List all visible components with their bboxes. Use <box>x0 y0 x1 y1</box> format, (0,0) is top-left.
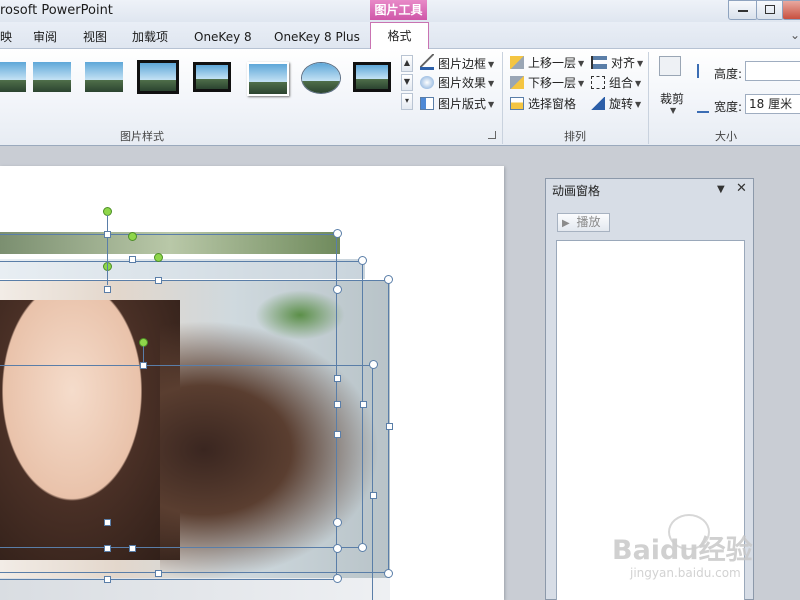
picture-border-icon <box>420 54 434 70</box>
height-icon <box>697 64 711 78</box>
resize-handle-corner[interactable] <box>358 256 367 265</box>
resize-handle-corner[interactable] <box>333 544 342 553</box>
tab-review[interactable]: 审阅 <box>33 27 57 47</box>
picture-style-thumb[interactable] <box>85 62 123 92</box>
resize-handle[interactable] <box>155 570 162 577</box>
bring-forward-button[interactable]: 上移一层 ▼ <box>510 54 584 72</box>
picture-effects-icon <box>420 76 434 89</box>
baidu-paw-icon <box>668 514 710 550</box>
restore-button[interactable] <box>756 0 784 20</box>
tab-view[interactable]: 视图 <box>83 27 107 47</box>
play-icon: ▶ <box>562 218 570 229</box>
picture-tools-context-label: 图片工具 <box>370 0 427 20</box>
minimize-button[interactable] <box>728 0 758 20</box>
minimize-icon <box>738 10 748 12</box>
tab-format[interactable]: 格式 <box>370 22 429 50</box>
crop-icon[interactable] <box>657 54 685 80</box>
crop-dropdown-icon[interactable]: ▼ <box>670 106 676 115</box>
resize-handle[interactable] <box>104 286 111 293</box>
resize-handle-corner[interactable] <box>333 518 342 527</box>
resize-handle[interactable] <box>129 545 136 552</box>
resize-handle[interactable] <box>370 492 377 499</box>
resize-handle-corner[interactable] <box>333 574 342 583</box>
width-field[interactable]: 18 厘米 <box>745 94 800 114</box>
rotation-handle[interactable] <box>154 253 163 262</box>
resize-handle-corner[interactable] <box>333 229 342 238</box>
height-label: 高度: <box>714 67 743 81</box>
resize-handle-corner[interactable] <box>369 360 378 369</box>
resize-handle[interactable] <box>360 401 367 408</box>
gallery-more-button[interactable]: ▾ <box>401 93 413 110</box>
group-divider <box>648 52 649 144</box>
width-icon <box>697 101 709 113</box>
resize-handle-corner[interactable] <box>384 275 393 284</box>
resize-handle[interactable] <box>104 231 111 238</box>
help-icon[interactable]: ⌄ <box>790 28 800 42</box>
picture-style-thumb-black-frame[interactable] <box>193 62 231 92</box>
resize-handle[interactable] <box>334 401 341 408</box>
tab-onekey8-plus[interactable]: OneKey 8 Plus <box>274 27 360 47</box>
picture-border-button[interactable]: 图片边框 ▼ <box>420 54 494 72</box>
resize-handle[interactable] <box>386 423 393 430</box>
width-label: 宽度: <box>714 100 743 114</box>
rotation-handle[interactable] <box>128 232 137 241</box>
resize-handle[interactable] <box>104 576 111 583</box>
crop-button[interactable]: 裁剪 <box>660 90 684 107</box>
picture-layout-icon <box>420 97 434 110</box>
tab-slideshow[interactable]: 映 <box>0 27 12 47</box>
picture-style-thumb[interactable] <box>0 62 26 92</box>
resize-handle[interactable] <box>334 431 341 438</box>
picture-effects-button[interactable]: 图片效果 ▼ <box>420 74 494 92</box>
rotate-button[interactable]: 旋转 ▼ <box>591 95 641 113</box>
gallery-scroll-down[interactable]: ▼ <box>401 74 413 91</box>
group-label-arrange: 排列 <box>564 130 586 143</box>
group-divider <box>502 52 503 144</box>
resize-handle[interactable] <box>140 362 147 369</box>
play-button[interactable]: ▶ 播放 <box>557 213 610 232</box>
resize-handle[interactable] <box>129 256 136 263</box>
group-icon <box>591 76 605 89</box>
picture-style-thumb[interactable] <box>33 62 71 92</box>
group-button[interactable]: 组合 ▼ <box>591 74 641 92</box>
picture-style-thumb-black-frame[interactable] <box>137 60 179 94</box>
restore-icon <box>765 5 775 14</box>
picture-style-thumb-shadow[interactable] <box>247 62 289 96</box>
tab-onekey8[interactable]: OneKey 8 <box>194 27 252 47</box>
send-backward-button[interactable]: 下移一层 ▼ <box>510 74 584 92</box>
group-label-size: 大小 <box>715 130 737 143</box>
window-title: rosoft PowerPoint <box>0 3 113 18</box>
rotate-icon <box>591 97 605 110</box>
rotation-handle-stem <box>107 215 108 285</box>
resize-handle-corner[interactable] <box>384 569 393 578</box>
align-button[interactable]: 对齐 ▼ <box>591 54 643 72</box>
watermark-url: jingyan.baidu.com <box>630 566 741 580</box>
height-field[interactable] <box>745 61 800 81</box>
resize-handle[interactable] <box>334 375 341 382</box>
tab-addins[interactable]: 加载项 <box>132 27 168 47</box>
close-window-button[interactable] <box>782 0 800 20</box>
dialog-launcher-icon[interactable] <box>488 131 496 139</box>
resize-handle[interactable] <box>155 277 162 284</box>
send-backward-icon <box>510 76 524 89</box>
close-pane-icon[interactable]: ✕ <box>736 181 747 196</box>
gallery-scroll-up[interactable]: ▲ <box>401 55 413 72</box>
resize-handle-corner[interactable] <box>358 543 367 552</box>
resize-handle[interactable] <box>104 519 111 526</box>
pane-options-icon[interactable]: ▼ <box>717 184 725 195</box>
animation-pane-title: 动画窗格 <box>552 184 601 198</box>
bring-forward-icon <box>510 56 524 69</box>
group-label-picture-styles: 图片样式 <box>120 130 164 143</box>
resize-handle-corner[interactable] <box>333 285 342 294</box>
selection-pane-button[interactable]: 选择窗格 <box>510 95 576 113</box>
resize-handle[interactable] <box>104 545 111 552</box>
picture-style-thumb-oval[interactable] <box>301 62 341 94</box>
picture-layout-button[interactable]: 图片版式 ▼ <box>420 95 494 113</box>
selection-frame-4 <box>0 365 373 600</box>
align-icon <box>591 56 607 69</box>
picture-style-thumb-black-frame[interactable] <box>353 62 391 92</box>
selection-pane-icon <box>510 97 524 110</box>
